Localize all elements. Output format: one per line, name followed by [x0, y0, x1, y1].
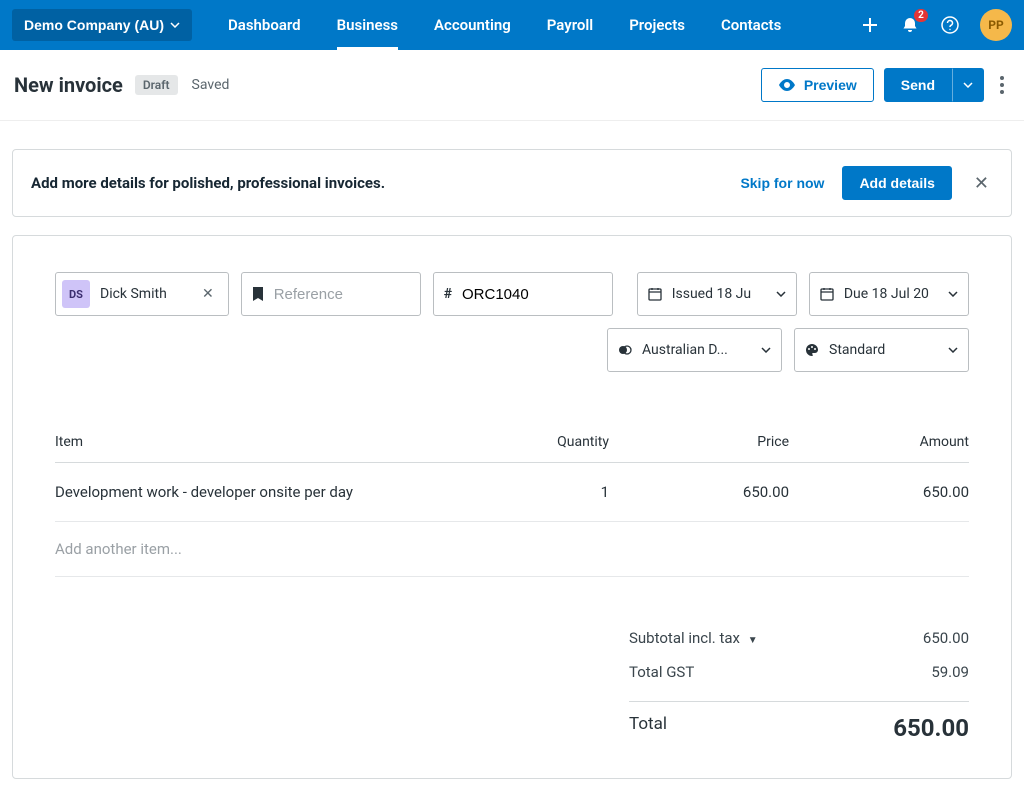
due-date-value: Due 18 Jul 20 [844, 286, 938, 302]
preview-button[interactable]: Preview [761, 68, 874, 102]
bell-icon[interactable]: 2 [900, 15, 920, 35]
chevron-down-icon [948, 347, 958, 353]
nav-item-dashboard[interactable]: Dashboard [210, 0, 319, 50]
form-row-1: DS Dick Smith ✕ # Issued 18 Ju Due [55, 272, 969, 316]
totals: Subtotal incl. tax ▼ 650.00 Total GST 59… [629, 621, 969, 742]
hash-icon: # [444, 286, 452, 302]
invoice-number-field[interactable]: # [433, 272, 613, 316]
calendar-icon [820, 287, 834, 301]
plus-icon[interactable] [860, 15, 880, 35]
issued-date-value: Issued 18 Ju [672, 286, 766, 302]
gst-value: 59.09 [931, 663, 969, 681]
chevron-down-icon [761, 347, 771, 353]
subtotal-value: 650.00 [923, 629, 969, 647]
currency-value: Australian D... [642, 342, 751, 358]
contact-name: Dick Smith [100, 286, 188, 302]
avatar[interactable]: PP [980, 9, 1012, 41]
td-amount: 650.00 [789, 483, 969, 501]
skip-button[interactable]: Skip for now [740, 175, 824, 191]
nav-item-accounting[interactable]: Accounting [416, 0, 529, 50]
nav-right: 2 PP [860, 9, 1012, 41]
invoice-number-input[interactable] [462, 286, 661, 303]
divider [629, 701, 969, 702]
add-details-button[interactable]: Add details [842, 166, 951, 200]
th-item: Item [55, 434, 489, 450]
th-amount: Amount [789, 434, 969, 450]
gst-label: Total GST [629, 663, 694, 681]
contact-field[interactable]: DS Dick Smith ✕ [55, 272, 229, 316]
total-label: Total [629, 714, 667, 742]
close-icon[interactable]: ✕ [970, 169, 993, 198]
chevron-down-icon [776, 291, 786, 297]
company-name: Demo Company (AU) [24, 17, 164, 33]
send-dropdown[interactable] [952, 68, 984, 102]
subtotal-row: Subtotal incl. tax ▼ 650.00 [629, 621, 969, 655]
table-header: Item Quantity Price Amount [55, 422, 969, 463]
due-date-field[interactable]: Due 18 Jul 20 [809, 272, 969, 316]
eye-icon [778, 79, 796, 91]
nav-item-business[interactable]: Business [319, 0, 416, 50]
send-button-group: Send [884, 68, 984, 102]
template-field[interactable]: Standard [794, 328, 969, 372]
line-items-table: Item Quantity Price Amount Development w… [55, 422, 969, 577]
notification-badge: 2 [914, 9, 928, 22]
more-menu[interactable] [994, 70, 1010, 100]
td-item: Development work - developer onsite per … [55, 483, 489, 501]
nav-item-payroll[interactable]: Payroll [529, 0, 611, 50]
reference-field[interactable] [241, 272, 421, 316]
th-qty: Quantity [489, 434, 609, 450]
subtotal-label[interactable]: Subtotal incl. tax ▼ [629, 629, 758, 647]
th-price: Price [609, 434, 789, 450]
currency-field[interactable]: Australian D... [607, 328, 782, 372]
status-badge: Draft [135, 75, 178, 95]
total-value: 650.00 [893, 714, 969, 742]
calendar-icon [648, 287, 662, 301]
company-switcher[interactable]: Demo Company (AU) [12, 9, 192, 41]
invoice-card: DS Dick Smith ✕ # Issued 18 Ju Due [12, 235, 1012, 779]
gst-row: Total GST 59.09 [629, 655, 969, 689]
nav-item-projects[interactable]: Projects [611, 0, 703, 50]
palette-icon [805, 343, 819, 357]
td-price: 650.00 [609, 483, 789, 501]
saved-indicator: Saved [192, 77, 230, 93]
add-item-row[interactable]: Add another item... [55, 522, 969, 577]
details-banner: Add more details for polished, professio… [12, 149, 1012, 217]
nav-items: Dashboard Business Accounting Payroll Pr… [210, 0, 799, 50]
top-nav: Demo Company (AU) Dashboard Business Acc… [0, 0, 1024, 50]
preview-label: Preview [804, 77, 857, 93]
bookmark-icon [252, 287, 264, 301]
banner-actions: Skip for now Add details ✕ [740, 166, 993, 200]
banner-text: Add more details for polished, professio… [31, 174, 385, 192]
chevron-down-icon [948, 291, 958, 297]
form-row-2: Australian D... Standard [55, 328, 969, 372]
total-row: Total 650.00 [629, 714, 969, 742]
nav-item-contacts[interactable]: Contacts [703, 0, 799, 50]
currency-icon [618, 343, 632, 357]
page-title: New invoice [14, 73, 123, 97]
contact-initials: DS [62, 280, 90, 308]
table-row[interactable]: Development work - developer onsite per … [55, 463, 969, 522]
chevron-down-icon [170, 22, 180, 28]
header-actions: Preview Send [761, 68, 1010, 102]
chevron-down-icon: ▼ [748, 635, 758, 646]
template-value: Standard [829, 342, 938, 358]
issued-date-field[interactable]: Issued 18 Ju [637, 272, 797, 316]
remove-contact-icon[interactable]: ✕ [198, 286, 218, 302]
send-button[interactable]: Send [884, 68, 952, 102]
help-icon[interactable] [940, 15, 960, 35]
page-header: New invoice Draft Saved Preview Send [0, 50, 1024, 121]
td-qty: 1 [489, 483, 609, 501]
